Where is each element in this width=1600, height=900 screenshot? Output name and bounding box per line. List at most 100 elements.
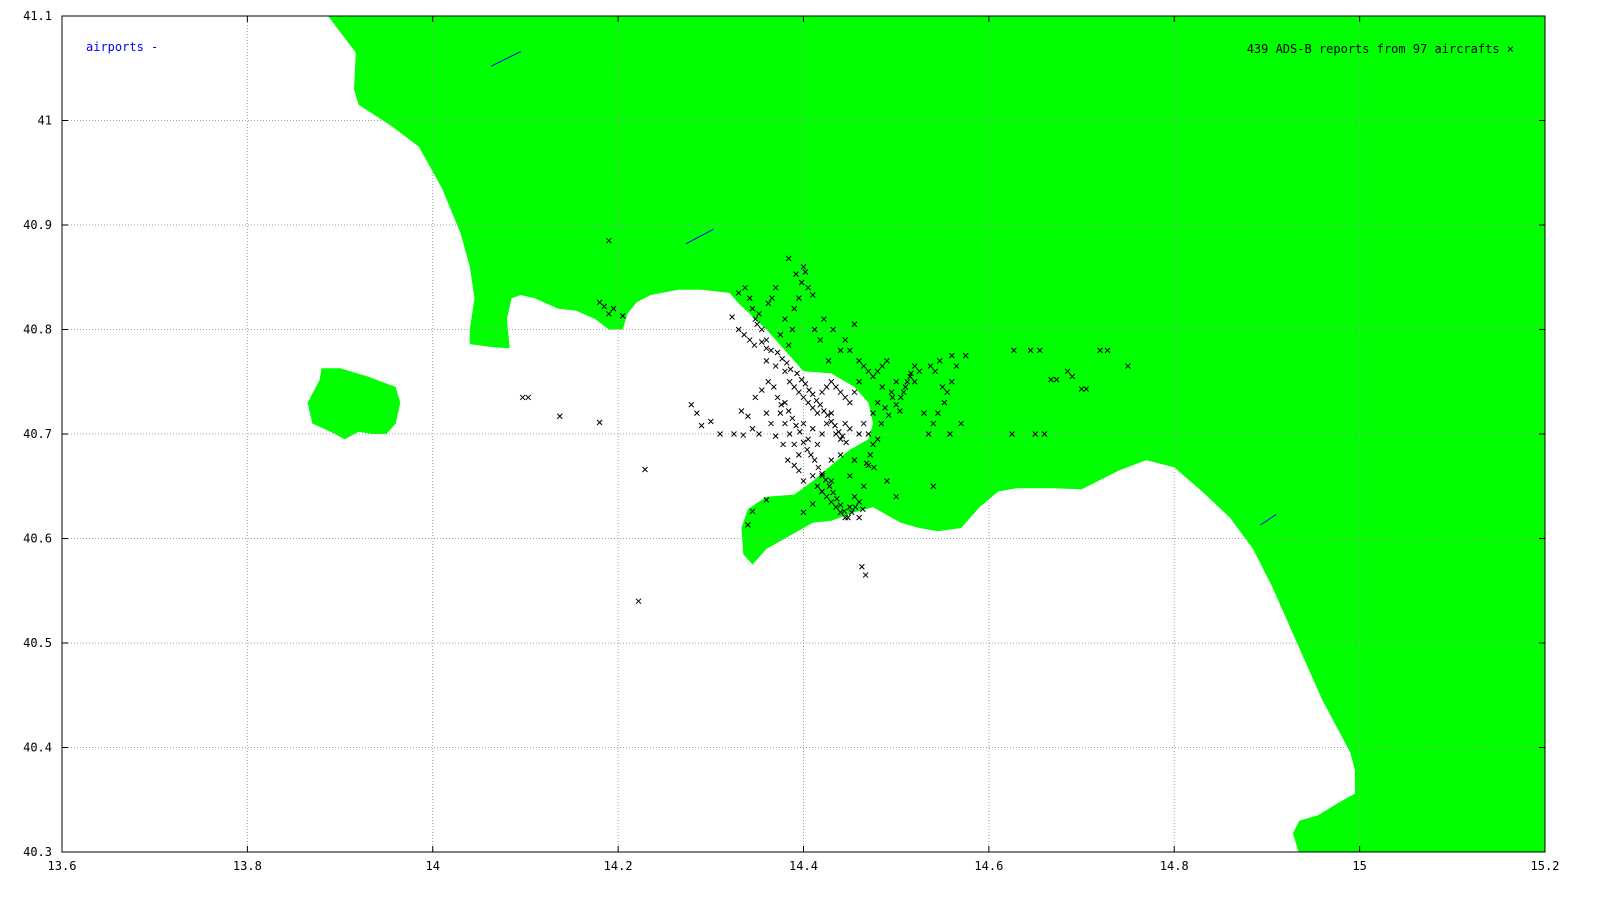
adsb-report-point [833, 384, 839, 390]
land-polygon-1 [328, 16, 1545, 852]
adsb-report-point [729, 314, 735, 320]
y-tick-label: 40.6 [23, 532, 52, 546]
adsb-report-point [809, 472, 816, 479]
x-tick-label: 14.4 [789, 859, 818, 873]
adsb-report-point [796, 429, 803, 435]
x-tick-label: 15 [1352, 859, 1366, 873]
adsb-report-point [796, 452, 802, 458]
adsb-report-point [802, 380, 809, 387]
adsb-report-point [815, 464, 822, 471]
adsb-report-point [814, 441, 821, 448]
adsb-report-point [758, 339, 765, 345]
adsb-report-point [772, 433, 779, 439]
adsb-report-point [817, 401, 824, 408]
adsb-report-point [837, 452, 844, 458]
adsb-report-point [717, 431, 723, 437]
adsb-report-point [787, 366, 794, 373]
adsb-report-point [819, 431, 825, 437]
adsb-report-point [800, 439, 807, 446]
scatter-chart: 13.6 13.8 14 14.2 14.4 14.6 14.8 15 15.2 40.3 40.4… [23, 9, 1560, 873]
adsb-report-point [777, 410, 784, 416]
adsb-report-point [774, 349, 781, 356]
adsb-report-point [783, 360, 790, 366]
adsb-report-point [811, 457, 818, 463]
adsb-report-point [832, 422, 838, 429]
adsb-report-point [642, 466, 648, 473]
adsb-report-point [786, 378, 793, 385]
adsb-report-point [846, 425, 853, 432]
x-tick-label: 14 [426, 859, 440, 873]
adsb-report-point [796, 389, 802, 396]
adsb-report-point [768, 420, 774, 427]
adsb-report-point [805, 436, 811, 443]
adsb-report-point [859, 563, 865, 570]
x-tick-label: 14.8 [1160, 859, 1189, 873]
adsb-report-point [556, 413, 563, 420]
adsb-report-point [746, 337, 753, 343]
adsb-report-point [774, 394, 781, 401]
adsb-report-point [770, 384, 777, 390]
adsb-report-point [851, 389, 858, 396]
adsb-report-point [768, 347, 774, 354]
adsb-report-point [856, 514, 862, 521]
adsb-report-point [754, 321, 761, 328]
adsb-report-point [740, 432, 747, 438]
adsb-report-point [809, 391, 816, 398]
adsb-report-point [780, 441, 786, 448]
y-tick-label: 40.7 [23, 427, 52, 441]
y-tick-label: 40.5 [23, 636, 52, 650]
adsb-report-point [862, 572, 869, 578]
adsb-report-point [842, 394, 849, 401]
adsb-report-point [782, 420, 788, 427]
adsb-report-point [809, 425, 816, 432]
adsb-report-point [823, 420, 830, 427]
adsb-report-point [796, 467, 802, 474]
adsb-report-point [772, 363, 779, 369]
adsb-report-point [596, 419, 603, 426]
adsb-report-point [860, 420, 867, 427]
adsb-report-point [745, 413, 751, 420]
adsb-report-point [814, 410, 821, 416]
adsb-report-point [809, 405, 816, 411]
adsb-report-point [793, 422, 799, 429]
adsb-report-point [525, 394, 532, 401]
x-tick-label: 13.8 [233, 859, 262, 873]
adsb-report-point [846, 399, 853, 406]
adsb-report-point [688, 401, 695, 408]
adsb-report-point [789, 415, 796, 422]
adsb-report-point [828, 378, 835, 385]
adsb-report-point [763, 337, 770, 343]
adsb-report-point [758, 387, 765, 393]
adsb-report-point [707, 418, 714, 425]
adsb-report-point [779, 355, 786, 362]
adsb-report-point [763, 345, 770, 352]
adsb-report-point [698, 422, 705, 429]
adsb-report-point [763, 357, 770, 364]
adsb-report-point [635, 598, 642, 605]
adsb-report-point [758, 326, 765, 333]
y-tick-label: 40.8 [23, 323, 52, 337]
adsb-report-point [738, 408, 745, 414]
adsb-report-point [752, 394, 759, 401]
adsb-report-point [800, 394, 807, 401]
adsb-report-point [731, 431, 737, 437]
adsb-report-point [791, 441, 798, 448]
y-tick-label: 41.1 [23, 9, 52, 23]
y-tick-label: 40.4 [23, 741, 52, 755]
y-tick-label: 41 [38, 114, 52, 128]
y-tick-label: 40.3 [23, 845, 52, 859]
adsb-report-point [819, 389, 825, 396]
x-tick-label: 13.6 [48, 859, 77, 873]
adsb-report-point [842, 514, 849, 521]
adsb-report-point [694, 410, 700, 416]
x-tick-label: 15.2 [1531, 859, 1560, 873]
adsb-report-point [782, 368, 788, 375]
adsb-report-point [828, 457, 835, 463]
legend-reports-label: 439 ADS-B reports from 97 aircrafts × [1247, 42, 1514, 56]
adsb-report-point [756, 431, 762, 437]
legend-airports-label: airports - [86, 40, 158, 54]
adsb-report-point [805, 399, 811, 406]
x-tick-label: 14.6 [974, 859, 1003, 873]
adsb-report-point [784, 457, 791, 463]
adsb-report-point [763, 410, 770, 416]
